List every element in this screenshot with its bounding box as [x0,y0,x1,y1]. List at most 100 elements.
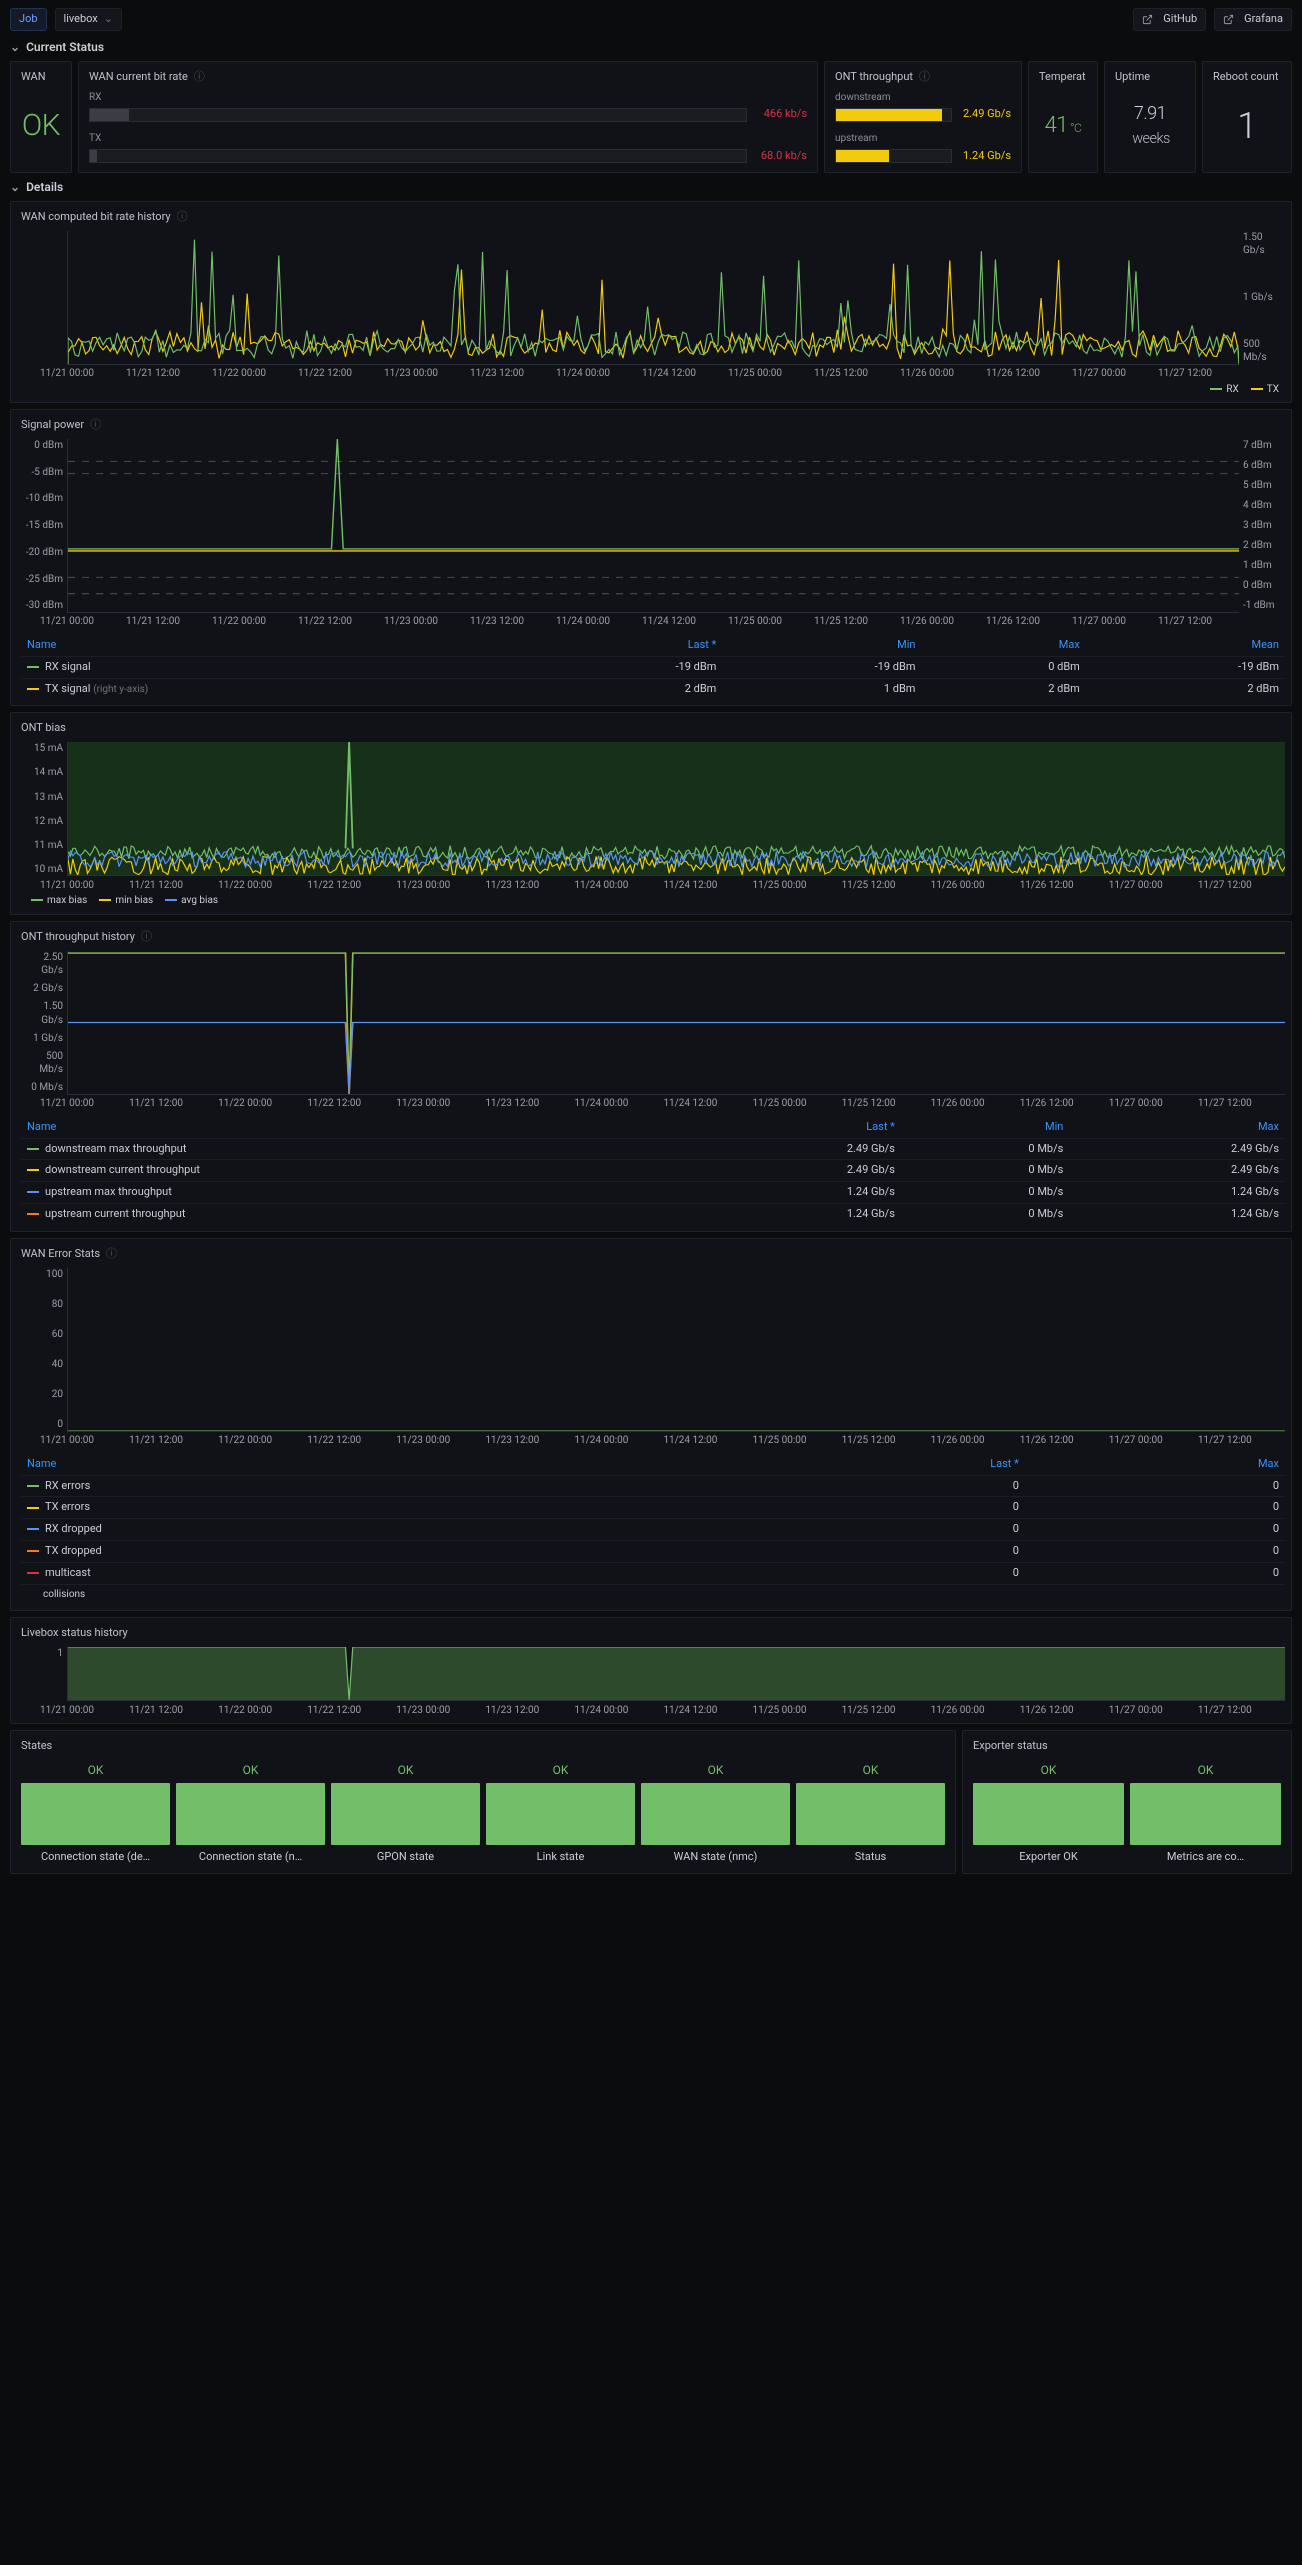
x-axis: 11/21 00:0011/21 12:0011/22 00:0011/22 1… [67,615,1239,629]
chart-plot[interactable] [67,951,1285,1095]
tx-value: 68.0 kb/s [747,149,807,164]
panel-title: ONT bias [21,721,66,736]
state-value: OK [486,1760,635,1778]
chevron-down-icon: ⌄ [104,12,113,27]
legend-row[interactable]: TX signal (right y-axis) [21,678,523,699]
info-icon: ⓘ [919,70,930,85]
chevron-down-icon: ⌄ [10,39,20,55]
panel-exporter[interactable]: Exporter status OK Exporter OK OK Metric… [962,1730,1292,1874]
state-value: OK [973,1760,1124,1778]
panel-title: States [21,1739,945,1754]
tx-gauge [89,149,747,163]
x-axis: 11/21 00:0011/21 12:0011/22 00:0011/22 1… [67,367,1239,381]
legend-row[interactable]: RX errors [21,1475,705,1497]
legend-row[interactable]: RX signal [21,656,523,678]
down-value: 2.49 Gb/s [952,107,1011,122]
panel-wan-bitrate[interactable]: WAN current bit rate ⓘ RX 466 kb/s TX [78,61,818,173]
panel-title: Uptime [1115,70,1185,85]
chart-plot[interactable] [67,439,1239,613]
x-axis: 11/21 00:0011/21 12:0011/22 00:0011/22 1… [67,879,1279,893]
state-value: OK [796,1760,945,1778]
panel-uptime[interactable]: Uptime 7.91 weeks [1104,61,1196,173]
legend-row[interactable]: RX dropped [21,1519,705,1541]
legend-row[interactable]: TX dropped [21,1541,705,1563]
link-github[interactable]: GitHub [1133,8,1206,31]
panel-wan-history[interactable]: WAN computed bit rate history ⓘ 1.50 Gb/… [10,201,1292,403]
state-tile[interactable]: OK Exporter OK [973,1760,1124,1865]
panel-title: ONT throughput [835,70,913,85]
y-axis-left: 2.50 Gb/s2 Gb/s1.50 Gb/s1 Gb/s500 Mb/s0 … [21,951,63,1095]
state-block [331,1783,480,1845]
state-block [176,1783,325,1845]
rx-gauge [89,108,747,122]
state-tile[interactable]: OK Link state [486,1760,635,1865]
state-label: GPON state [331,1850,480,1865]
panel-signal-power[interactable]: Signal power ⓘ 0 dBm-5 dBm-10 dBm-15 dBm… [10,409,1292,706]
state-value: OK [641,1760,790,1778]
chart-plot[interactable] [67,231,1239,365]
state-tile[interactable]: OK WAN state (nmc) [641,1760,790,1865]
chart-svg [68,231,1239,364]
info-icon: ⓘ [90,418,101,433]
state-block [641,1783,790,1845]
panel-ont-bias[interactable]: ONT bias 15 mA14 mA13 mA12 mA11 mA10 mA … [10,712,1292,914]
chart-legend: max biasmin biasavg bias [21,894,1285,908]
panel-title: Livebox status history [21,1626,128,1641]
state-tile[interactable]: OK Status [796,1760,945,1865]
panel-wan-errors[interactable]: WAN Error Stats ⓘ 100806040200 11/21 00:… [10,1238,1292,1611]
y-axis-left: 1 [21,1647,63,1701]
panel-title: WAN [21,70,61,85]
x-axis: 11/21 00:0011/21 12:0011/22 00:0011/22 1… [67,1434,1279,1448]
panel-status-history[interactable]: Livebox status history 1 11/21 00:0011/2… [10,1617,1292,1724]
chart-legend-table: NameLast *MinMaxdownstream max throughpu… [21,1117,1285,1225]
y-axis-right: 1.50 Gb/s1 Gb/s500 Mb/s [1243,231,1285,365]
legend-row[interactable]: upstream current throughput [21,1204,685,1225]
panel-title: Exporter status [973,1739,1281,1754]
up-value: 1.24 Gb/s [952,149,1011,164]
x-axis: 11/21 00:0011/21 12:0011/22 00:0011/22 1… [67,1704,1279,1718]
chart-svg [68,1647,1285,1700]
state-label: WAN state (nmc) [641,1850,790,1865]
tx-label: TX [89,132,807,146]
y-axis-left: 100806040200 [21,1268,63,1432]
chart-plot[interactable] [67,1268,1285,1432]
job-variable-selector[interactable]: livebox ⌄ [55,8,122,31]
state-tiles: OK Exporter OK OK Metrics are co… [973,1760,1281,1865]
panel-states[interactable]: States OK Connection state (de… OK Conne… [10,1730,956,1874]
legend-row[interactable]: upstream max throughput [21,1182,685,1204]
chart-plot[interactable] [67,1647,1285,1701]
state-tile[interactable]: OK Metrics are co… [1130,1760,1281,1865]
panel-temperature[interactable]: Temperat 41°C [1028,61,1098,173]
chart-svg [68,742,1285,875]
external-link-icon [1142,14,1153,25]
legend-row[interactable]: downstream current throughput [21,1160,685,1182]
legend-row[interactable]: multicast [21,1562,705,1584]
x-axis: 11/21 00:0011/21 12:0011/22 00:0011/22 1… [67,1097,1279,1111]
state-tile[interactable]: OK Connection state (n… [176,1760,325,1865]
link-grafana[interactable]: Grafana [1214,8,1292,31]
chart-svg [68,1268,1285,1431]
info-icon: ⓘ [106,1247,117,1262]
panel-ont-throughput[interactable]: ONT throughput ⓘ downstream 2.49 Gb/s up… [824,61,1022,173]
panel-wan-status[interactable]: WAN OK [10,61,72,173]
temp-value: 41 [1045,113,1068,138]
row-header-details[interactable]: ⌄ Details [10,179,1292,195]
legend-row[interactable]: downstream max throughput [21,1138,685,1160]
panel-title: Reboot count [1213,70,1281,85]
external-link-icon [1223,14,1234,25]
panel-title: WAN Error Stats [21,1247,100,1262]
panel-title: WAN computed bit rate history [21,210,171,225]
state-value: OK [21,1760,170,1778]
state-tile[interactable]: OK GPON state [331,1760,480,1865]
panel-reboot[interactable]: Reboot count 1 [1202,61,1292,173]
panel-ont-history[interactable]: ONT throughput history ⓘ 2.50 Gb/s2 Gb/s… [10,921,1292,1232]
reboot-value: 1 [1213,102,1281,151]
chart-plot[interactable] [67,742,1285,876]
job-variable-value: livebox [64,12,98,27]
down-label: downstream [835,91,1011,105]
legend-row[interactable]: TX errors [21,1497,705,1519]
row-header-current-status[interactable]: ⌄ Current Status [10,39,1292,55]
y-axis-left: 0 dBm-5 dBm-10 dBm-15 dBm-20 dBm-25 dBm-… [21,439,63,613]
rx-label: RX [89,91,807,105]
state-tile[interactable]: OK Connection state (de… [21,1760,170,1865]
